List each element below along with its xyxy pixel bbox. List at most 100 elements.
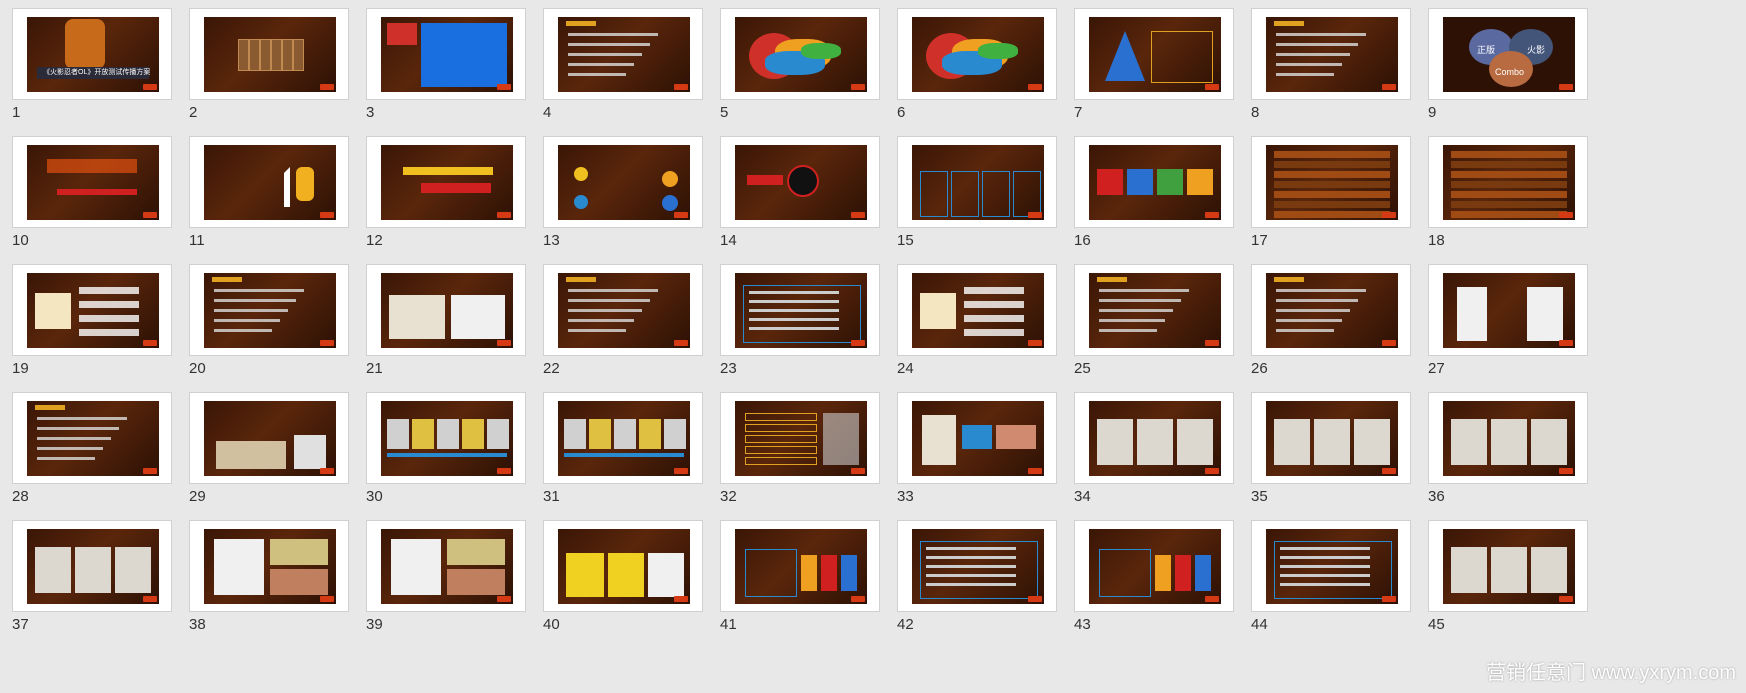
slide-thumbnail[interactable]: 24 [891,258,1081,388]
slide-thumbnail[interactable]: 33 [891,386,1081,516]
red-text [747,175,783,185]
slide-frame[interactable] [720,8,880,100]
slide-frame[interactable] [1074,264,1234,356]
slide-thumbnail[interactable]: 2 [183,2,373,132]
slide-thumbnail[interactable]: 20 [183,258,373,388]
slide-frame[interactable] [543,136,703,228]
slide-frame[interactable] [897,264,1057,356]
slide-frame[interactable] [1074,136,1234,228]
slide-thumbnail[interactable]: 13 [537,130,727,260]
slide-thumbnail[interactable]: 41 [714,514,904,644]
slide-frame[interactable] [12,520,172,612]
slide-frame[interactable]: 《火影忍者OL》开放测试传播方案 [12,8,172,100]
slide-frame[interactable] [1428,392,1588,484]
slide-number: 13 [543,232,560,249]
slide-thumbnail[interactable]: 31 [537,386,727,516]
slide-frame[interactable] [1428,136,1588,228]
slide-thumbnail[interactable]: 36 [1422,386,1612,516]
slide-thumbnail[interactable]: 12 [360,130,550,260]
slide-frame[interactable] [12,392,172,484]
slide-thumbnail[interactable]: 38 [183,514,373,644]
slide-thumbnail[interactable]: 40 [537,514,727,644]
slide-frame[interactable] [12,264,172,356]
slide-thumbnail[interactable]: 27 [1422,258,1612,388]
slide-frame[interactable] [897,392,1057,484]
slide-frame[interactable] [543,264,703,356]
slide-thumbnail[interactable]: 10 [6,130,196,260]
slide-thumbnail[interactable]: 43 [1068,514,1258,644]
slide-thumbnail[interactable]: 34 [1068,386,1258,516]
brand-logo [1382,84,1396,90]
slide-frame[interactable] [1251,264,1411,356]
slide-thumbnail[interactable]: 6 [891,2,1081,132]
slide-thumbnail[interactable]: 16 [1068,130,1258,260]
slide-thumbnail[interactable]: 5 [714,2,904,132]
slide-frame[interactable] [543,520,703,612]
slide-frame[interactable] [189,136,349,228]
slide-thumbnail[interactable]: 29 [183,386,373,516]
slide-frame[interactable] [366,264,526,356]
slide-frame[interactable] [189,264,349,356]
slide-frame[interactable] [1074,8,1234,100]
slide-frame[interactable] [897,520,1057,612]
slide-frame[interactable] [189,520,349,612]
slide-frame[interactable] [1251,520,1411,612]
slide-heading [566,21,596,26]
slide-thumbnail[interactable]: 35 [1245,386,1435,516]
slide-thumbnail[interactable]: 4 [537,2,727,132]
slide-thumbnail[interactable]: 37 [6,514,196,644]
slide-thumbnail[interactable]: 18 [1422,130,1612,260]
slide-frame[interactable] [366,136,526,228]
slide-preview [1089,273,1221,348]
slide-thumbnail[interactable]: 3 [360,2,550,132]
slide-frame[interactable] [1251,392,1411,484]
slide-number: 1 [12,104,21,121]
slide-thumbnail[interactable]: 32 [714,386,904,516]
slide-frame[interactable] [720,136,880,228]
slide-frame[interactable] [1074,392,1234,484]
slide-thumbnail[interactable]: 8 [1245,2,1435,132]
slide-thumbnail[interactable]: 17 [1245,130,1435,260]
slide-thumbnail[interactable]: 28 [6,386,196,516]
slide-thumbnail[interactable]: 19 [6,258,196,388]
slide-frame[interactable] [720,520,880,612]
slide-thumbnail[interactable]: 22 [537,258,727,388]
slide-thumbnail[interactable]: 39 [360,514,550,644]
slide-frame[interactable]: 正版 火影 Combo [1428,8,1588,100]
slide-frame[interactable] [1074,520,1234,612]
slide-frame[interactable] [543,8,703,100]
slide-frame[interactable] [1428,264,1588,356]
slide-frame[interactable] [720,264,880,356]
slide-frame[interactable] [897,8,1057,100]
slide-frame[interactable] [1251,8,1411,100]
slide-frame[interactable] [1428,520,1588,612]
slide-thumbnail[interactable]: 21 [360,258,550,388]
brand-logo [320,212,334,218]
slide-thumbnail[interactable]: 23 [714,258,904,388]
card [801,555,817,591]
slide-thumbnail[interactable]: 42 [891,514,1081,644]
slide-frame[interactable] [189,8,349,100]
slide-thumbnail[interactable]: 45 [1422,514,1612,644]
slide-frame[interactable] [366,392,526,484]
photo [412,419,434,449]
slide-thumbnail[interactable]: 15 [891,130,1081,260]
slide-thumbnail[interactable]: 正版 火影 Combo 9 [1422,2,1612,132]
slide-frame[interactable] [366,520,526,612]
slide-frame[interactable] [366,8,526,100]
slide-thumbnail[interactable]: 11 [183,130,373,260]
slide-frame[interactable] [720,392,880,484]
slide-thumbnail[interactable]: 7 [1068,2,1258,132]
slide-thumbnail[interactable]: 30 [360,386,550,516]
slide-frame[interactable] [543,392,703,484]
slide-thumbnail[interactable]: 《火影忍者OL》开放测试传播方案 1 [6,2,196,132]
slide-frame[interactable] [1251,136,1411,228]
slide-frame[interactable] [897,136,1057,228]
slide-frame[interactable] [189,392,349,484]
slide-thumbnail[interactable]: 14 [714,130,904,260]
slide-thumbnail[interactable]: 44 [1245,514,1435,644]
slide-thumbnail[interactable]: 26 [1245,258,1435,388]
slide-frame[interactable] [12,136,172,228]
screenshot [451,295,505,339]
slide-thumbnail[interactable]: 25 [1068,258,1258,388]
